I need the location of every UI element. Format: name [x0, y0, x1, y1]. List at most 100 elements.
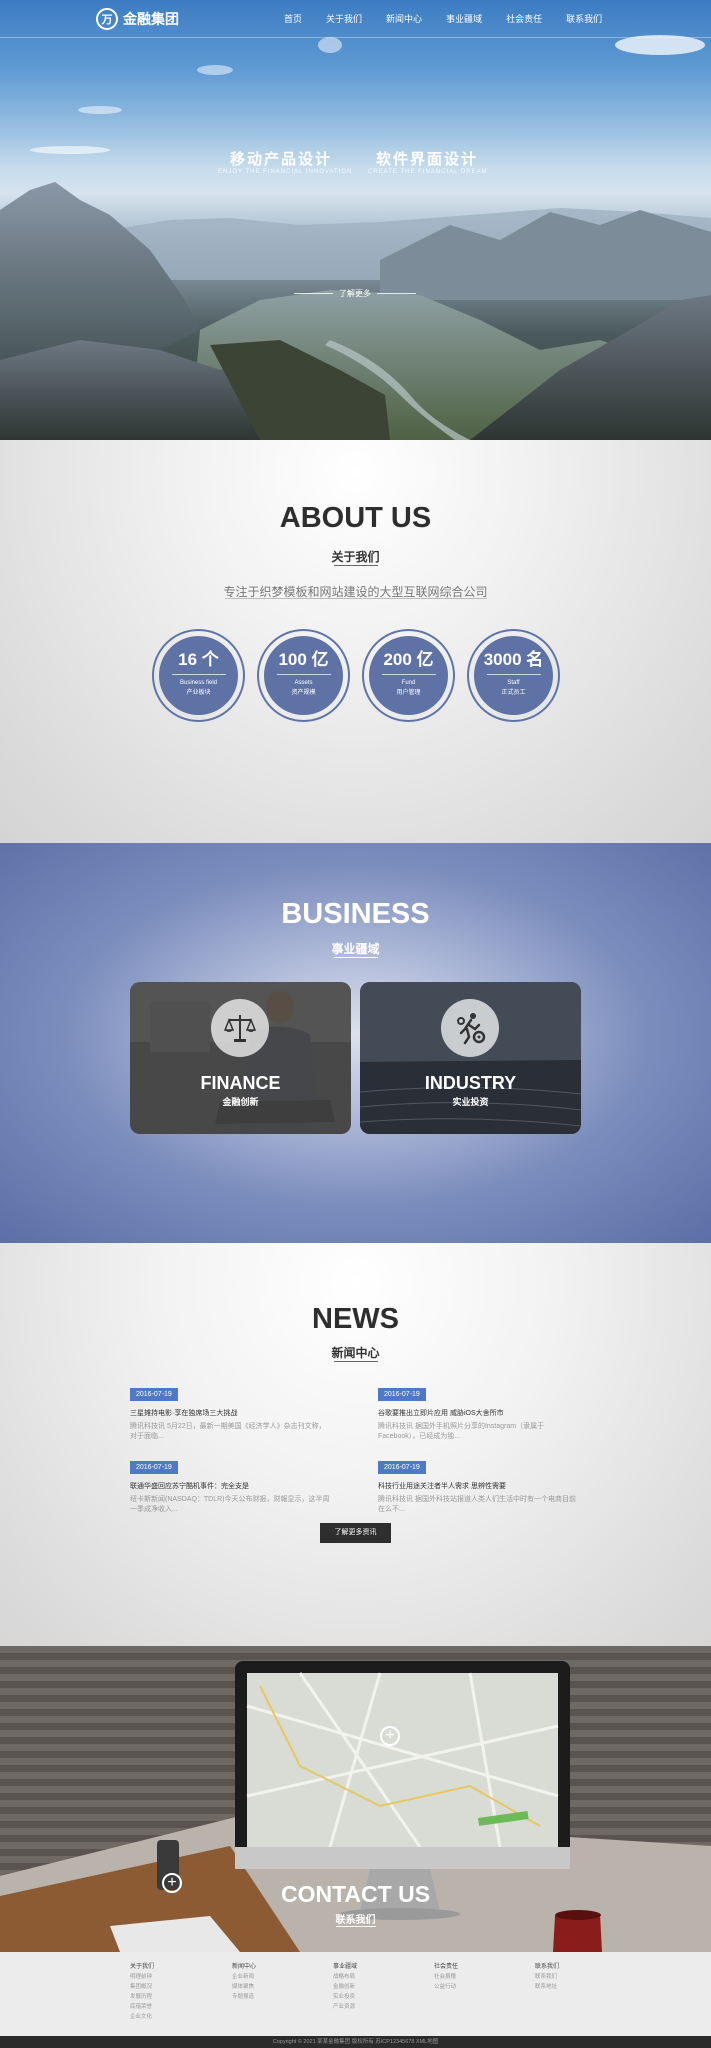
footer-column-heading[interactable]: 社会责任	[434, 1962, 524, 1972]
stat-business-field: 16 个 Business field 产业板块	[152, 629, 245, 722]
divider-line	[377, 293, 416, 294]
hero-more-label: 了解更多	[339, 289, 371, 298]
hero-banner: 万 金融集团 首页 关于我们 新闻中心 事业疆域 社会责任 联系我们 移动产品设…	[0, 0, 711, 440]
nav-home[interactable]: 首页	[272, 12, 314, 25]
news-item-summary: 纽卡斯新闻(NASDAQ：TDLR)今天公布财报，财報显示，这半周一季成净收入.…	[130, 1496, 330, 1513]
footer-column-heading[interactable]: 联系我们	[535, 1962, 625, 1972]
news-date-badge: 2016-07-19	[130, 1388, 178, 1401]
stat-label-cn: 正式员工	[501, 690, 526, 696]
nav-about[interactable]: 关于我们	[314, 12, 374, 25]
stat-label-en: Assets	[294, 680, 313, 686]
footer-link[interactable]: 底蕴荣誉	[130, 2002, 220, 2012]
hero-title-2: 软件界面设计	[376, 150, 479, 168]
title-underline	[334, 957, 378, 958]
footer-link[interactable]: 发展历程	[130, 1992, 220, 2002]
footer-column-news: 新闻中心 企业新闻 媒体聚焦 专题报道	[232, 1962, 322, 2002]
mountain-landscape-image	[0, 35, 711, 440]
stat-label-en: Fund	[401, 680, 416, 686]
news-title: NEWS	[312, 1303, 399, 1335]
news-item[interactable]: 2016-07-19 三星摊持电影·享在独席场三大挑战 腾讯科技讯 5月22日，…	[130, 1383, 330, 1442]
footer-column-about: 关于我们 明理前钟 集团概况 发展历程 底蕴荣誉 企业文化	[130, 1962, 220, 2022]
news-date-badge: 2016-07-19	[378, 1461, 426, 1474]
hero-title-1: 移动产品设计	[230, 150, 333, 168]
stat-assets: 100 亿 Assets 资产规模	[257, 629, 350, 722]
industry-gears-icon	[441, 999, 499, 1057]
news-item-summary: 腾讯科技讯 据国外科技站报道人类人们生活中时有一个电商目前在么不...	[378, 1496, 576, 1513]
stat-fund: 200 亿 Fund 用户管理	[362, 629, 455, 722]
business-card-title: INDUSTRY	[424, 1073, 517, 1093]
news-subtitle: 新闻中心	[331, 1346, 380, 1360]
about-title: ABOUT US	[279, 502, 432, 534]
stat-label-cn: 产业板块	[186, 690, 211, 696]
business-section: BUSINESS 事业疆域 FINANCE 金融创新 INDUSTRY 实业投资	[0, 843, 711, 1243]
news-section: NEWS 新闻中心 2016-07-19 三星摊持电影·享在独席场三大挑战 腾讯…	[0, 1243, 711, 1646]
logo-icon: 万	[96, 8, 118, 30]
footer-link[interactable]: 产业资源	[333, 2002, 423, 2012]
contact-subtitle: 联系我们	[335, 1915, 376, 1926]
footer-column-responsibility: 社会责任 社会捐赠 公益行动	[434, 1962, 524, 1992]
nav-responsibility[interactable]: 社会责任	[494, 12, 554, 25]
business-title: BUSINESS	[281, 898, 430, 930]
footer-column-heading[interactable]: 新闻中心	[232, 1962, 322, 1972]
hero-subtitle-1: ENJOY THE FINANCIAL INNOVATION	[218, 169, 353, 175]
news-item-title[interactable]: 联通华盛回应苏宁酷机事件：完全支是	[130, 1482, 330, 1492]
news-more-button[interactable]: 了解更多资讯	[320, 1523, 391, 1543]
scales-icon	[211, 999, 269, 1057]
description-underline	[225, 598, 487, 599]
main-nav: 首页 关于我们 新闻中心 事业疆域 社会责任 联系我们	[272, 12, 614, 25]
stat-value: 100 亿	[278, 650, 329, 669]
footer-link[interactable]: 企业新闻	[232, 1972, 322, 1982]
title-underline	[336, 1926, 376, 1927]
nav-news[interactable]: 新闻中心	[374, 12, 434, 25]
nav-contact[interactable]: 联系我们	[554, 12, 614, 25]
hero-subtitle-2: CREATE THE FINANCIAL DREAM	[368, 169, 488, 175]
logo-text: 金融集团	[123, 11, 179, 27]
title-underline	[334, 1361, 378, 1362]
footer-column-heading[interactable]: 关于我们	[130, 1962, 220, 1972]
footer-link[interactable]: 企业文化	[130, 2012, 220, 2022]
stat-label-cn: 资产规模	[291, 690, 316, 696]
business-card-title: FINANCE	[200, 1073, 281, 1093]
footer-link[interactable]: 联系我们	[535, 1972, 625, 1982]
about-section: ABOUT US 关于我们 专注于织梦模板和网站建设的大型互联网综合公司 16 …	[0, 440, 711, 843]
top-navigation-bar: 万 金融集团 首页 关于我们 新闻中心 事业疆域 社会责任 联系我们	[0, 0, 711, 38]
copyright-bar: Copyright © 2021 某某金融集团 版权所有 苏ICP1234567…	[0, 2036, 711, 2048]
news-item-title[interactable]: 科技行业用途关注者半人需求 思辨性需要	[378, 1482, 578, 1492]
footer-link[interactable]: 公益行动	[434, 1982, 524, 1992]
stat-label-cn: 用户管理	[396, 690, 421, 696]
footer-link[interactable]: 联系地址	[535, 1982, 625, 1992]
map-plus-icon[interactable]: +	[380, 1726, 400, 1746]
footer-link[interactable]: 媒体聚焦	[232, 1982, 322, 1992]
news-item[interactable]: 2016-07-19 联通华盛回应苏宁酷机事件：完全支是 纽卡斯新闻(NASDA…	[130, 1456, 330, 1515]
news-item[interactable]: 2016-07-19 谷歌要推出立即片应用 威胁iOS大舍所市 腾讯科技讯 据国…	[378, 1383, 578, 1442]
footer-link[interactable]: 实业投资	[333, 1992, 423, 2002]
business-card-industry[interactable]: INDUSTRY 实业投资	[360, 982, 581, 1134]
business-card-subtitle: 金融创新	[222, 1097, 259, 1107]
footer-link[interactable]: 集团概况	[130, 1982, 220, 1992]
stat-label-en: Business field	[179, 680, 218, 686]
news-date-badge: 2016-07-19	[130, 1461, 178, 1474]
stat-label-en: Staff	[507, 680, 520, 686]
nav-business[interactable]: 事业疆域	[434, 12, 494, 25]
business-subtitle: 事业疆域	[331, 942, 380, 956]
logo[interactable]: 万 金融集团	[96, 8, 179, 30]
hero-more-link[interactable]: 了解更多	[294, 288, 416, 299]
footer-link[interactable]: 金融创新	[333, 1982, 423, 1992]
business-card-finance[interactable]: FINANCE 金融创新	[130, 982, 351, 1134]
footer-link[interactable]: 社会捐赠	[434, 1972, 524, 1982]
stat-value: 3000 名	[483, 650, 544, 669]
business-card-subtitle: 实业投资	[452, 1097, 489, 1107]
footer-link[interactable]: 明理前钟	[130, 1972, 220, 1982]
news-item-title[interactable]: 谷歌要推出立即片应用 威胁iOS大舍所市	[378, 1409, 578, 1419]
contact-title: CONTACT US	[280, 1881, 431, 1907]
footer-link[interactable]: 专题报道	[232, 1992, 322, 2002]
stat-value: 200 亿	[383, 650, 434, 669]
footer-link[interactable]: 战略布局	[333, 1972, 423, 1982]
news-item-title[interactable]: 三星摊持电影·享在独席场三大挑战	[130, 1409, 330, 1419]
news-item-summary: 腾讯科技讯 据国外手机照片分享的Instagram（隶属于Facebook），已…	[378, 1423, 545, 1440]
footer-column-business: 事业疆域 战略布局 金融创新 实业投资 产业资源	[333, 1962, 423, 2012]
title-underline	[334, 565, 378, 566]
news-item[interactable]: 2016-07-19 科技行业用途关注者半人需求 思辨性需要 腾讯科技讯 据国外…	[378, 1456, 578, 1515]
footer-column-heading[interactable]: 事业疆域	[333, 1962, 423, 1972]
footer: 关于我们 明理前钟 集团概况 发展历程 底蕴荣誉 企业文化 新闻中心 企业新闻 …	[0, 1952, 711, 2036]
